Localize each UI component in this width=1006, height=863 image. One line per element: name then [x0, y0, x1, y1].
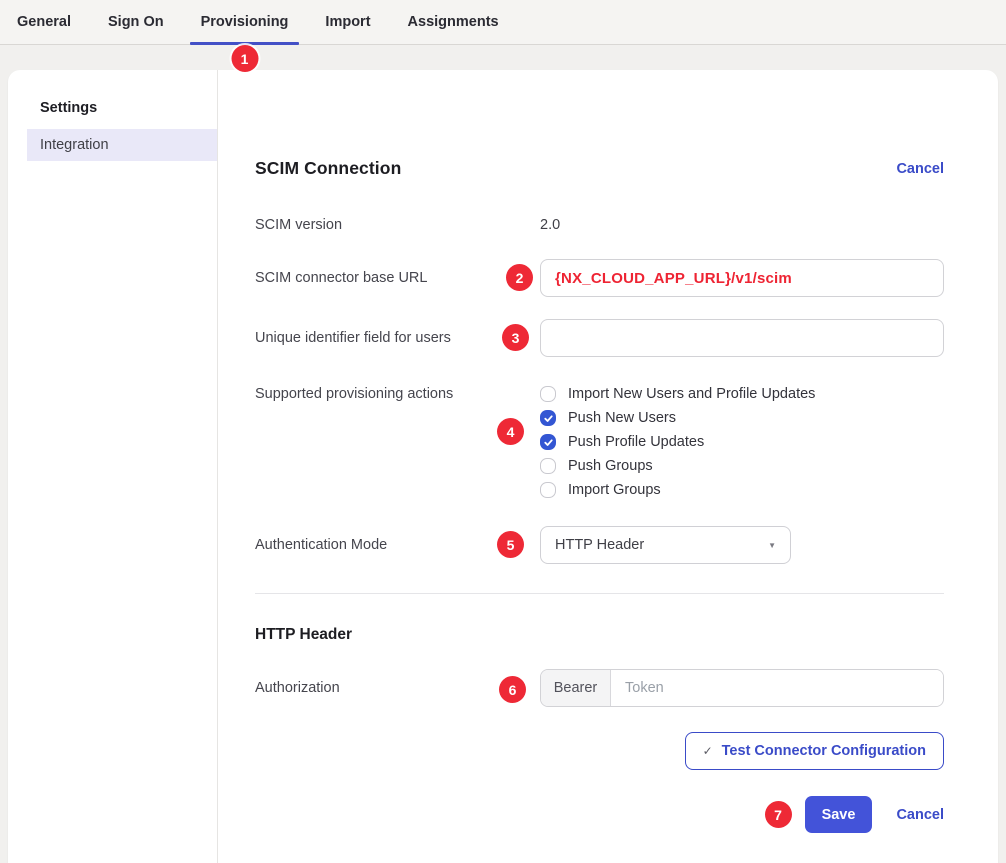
content-card: Settings Integration SCIM Connection Can… — [8, 70, 998, 863]
authentication-mode-value: HTTP Header — [555, 537, 644, 553]
base-url-label: SCIM connector base URL — [255, 270, 540, 286]
sidebar-item-integration[interactable]: Integration — [27, 129, 217, 161]
checkbox-import-groups[interactable]: Import Groups — [540, 482, 944, 498]
scim-version-label: SCIM version — [255, 217, 540, 233]
step-badge-4: 4 — [497, 418, 524, 445]
test-connector-label: Test Connector Configuration — [722, 743, 926, 759]
sidebar-heading-settings: Settings — [8, 100, 217, 129]
authorization-label: Authorization — [255, 680, 540, 696]
authentication-mode-select[interactable]: HTTP Header ▼ — [540, 526, 791, 564]
step-badge-2: 2 — [506, 264, 533, 291]
tab-sign-on[interactable]: Sign On — [97, 0, 175, 44]
checkmark-icon — [543, 437, 554, 448]
scim-connection-panel: SCIM Connection Cancel SCIM version 2.0 … — [218, 70, 998, 863]
provisioning-actions-group: Import New Users and Profile Updates Pus… — [540, 385, 944, 498]
provisioning-actions-label: Supported provisioning actions — [255, 385, 540, 402]
tab-bar: General Sign On Provisioning 1 Import As… — [0, 0, 1006, 45]
provisioning-actions-row: Supported provisioning actions 4 Import … — [255, 385, 944, 498]
base-url-row: SCIM connector base URL 2 — [255, 259, 944, 297]
checkbox-checked-icon[interactable] — [540, 410, 556, 426]
step-badge-1: 1 — [231, 45, 258, 72]
checkbox-checked-icon[interactable] — [540, 434, 556, 450]
authorization-input-group: Bearer — [540, 669, 944, 707]
page-title: SCIM Connection — [255, 158, 401, 179]
authentication-mode-row: Authentication Mode 5 HTTP Header ▼ — [255, 526, 944, 564]
tab-provisioning-label: Provisioning — [201, 14, 289, 30]
test-connector-row: ✓ Test Connector Configuration — [255, 732, 944, 770]
base-url-input[interactable] — [540, 259, 944, 297]
http-header-section-title: HTTP Header — [255, 626, 944, 644]
checkbox-unchecked-icon[interactable] — [540, 482, 556, 498]
step-badge-6: 6 — [499, 676, 526, 703]
sidebar: Settings Integration — [8, 70, 218, 863]
tab-import[interactable]: Import — [314, 0, 381, 44]
tab-general[interactable]: General — [6, 0, 82, 44]
unique-identifier-row: Unique identifier field for users 3 — [255, 319, 944, 357]
step-badge-5: 5 — [497, 531, 524, 558]
unique-identifier-label: Unique identifier field for users — [255, 330, 540, 346]
token-input[interactable] — [611, 670, 943, 706]
test-connector-button[interactable]: ✓ Test Connector Configuration — [685, 732, 944, 770]
cancel-link-top[interactable]: Cancel — [896, 161, 944, 177]
tab-assignments[interactable]: Assignments — [397, 0, 510, 44]
checkbox-unchecked-icon[interactable] — [540, 458, 556, 474]
step-badge-3: 3 — [502, 324, 529, 351]
checkbox-push-new-users[interactable]: Push New Users — [540, 410, 944, 426]
panel-header: SCIM Connection Cancel — [255, 158, 944, 179]
chevron-down-icon: ▼ — [768, 541, 776, 550]
bearer-prefix: Bearer — [541, 670, 611, 706]
save-button[interactable]: Save — [805, 796, 873, 833]
checkbox-push-groups[interactable]: Push Groups — [540, 458, 944, 474]
tab-provisioning[interactable]: Provisioning 1 — [190, 0, 300, 44]
scim-version-value: 2.0 — [540, 217, 560, 233]
scim-version-row: SCIM version 2.0 — [255, 216, 944, 234]
footer-actions: 7 Save Cancel — [255, 796, 944, 833]
section-divider — [255, 593, 944, 594]
checkmark-icon — [543, 413, 554, 424]
checkbox-unchecked-icon[interactable] — [540, 386, 556, 402]
checkbox-import-new-users[interactable]: Import New Users and Profile Updates — [540, 386, 944, 402]
step-badge-7: 7 — [765, 801, 792, 828]
unique-identifier-input[interactable] — [540, 319, 944, 357]
checkbox-push-profile-updates[interactable]: Push Profile Updates — [540, 434, 944, 450]
check-icon: ✓ — [703, 744, 713, 758]
cancel-link-bottom[interactable]: Cancel — [896, 807, 944, 823]
authorization-row: Authorization 6 Bearer — [255, 669, 944, 707]
